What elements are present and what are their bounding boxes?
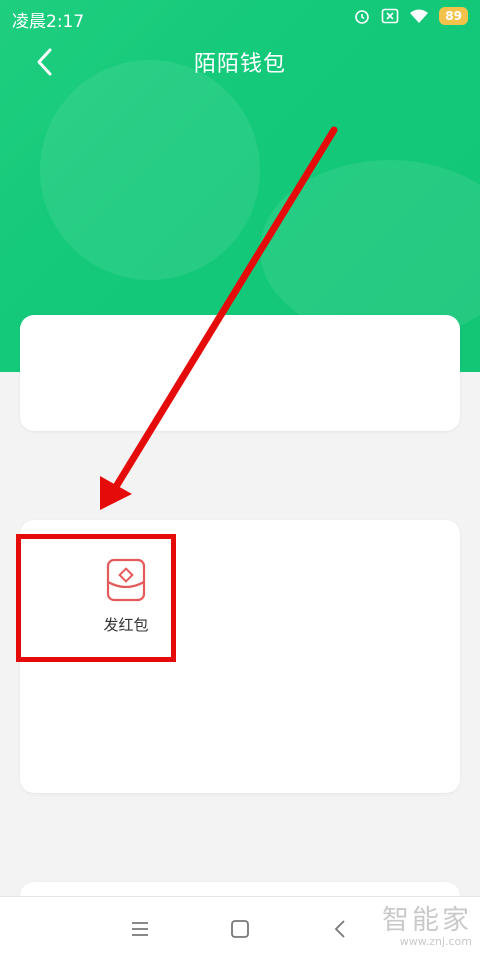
status-icons: 89 bbox=[353, 7, 468, 25]
header-decoration bbox=[40, 60, 260, 280]
header-decoration bbox=[260, 160, 480, 340]
page-title: 陌陌钱包 bbox=[193, 52, 286, 77]
alarm-icon bbox=[355, 10, 370, 24]
sim-x-icon bbox=[381, 8, 399, 24]
back-triangle-icon[interactable] bbox=[328, 917, 352, 941]
status-bar: 凌晨2:17 89 bbox=[0, 0, 480, 34]
watermark: 智能家 www.znj.com bbox=[382, 898, 472, 948]
highlight-box-annotation bbox=[16, 534, 176, 662]
watermark-logo: 智能家 bbox=[382, 905, 472, 936]
home-square-icon[interactable] bbox=[228, 917, 252, 941]
menu-icon[interactable] bbox=[128, 917, 152, 941]
battery-icon: 89 bbox=[439, 7, 468, 25]
balance-card[interactable] bbox=[20, 315, 460, 431]
wifi-icon bbox=[410, 9, 429, 23]
status-time: 凌晨2:17 bbox=[12, 12, 85, 32]
